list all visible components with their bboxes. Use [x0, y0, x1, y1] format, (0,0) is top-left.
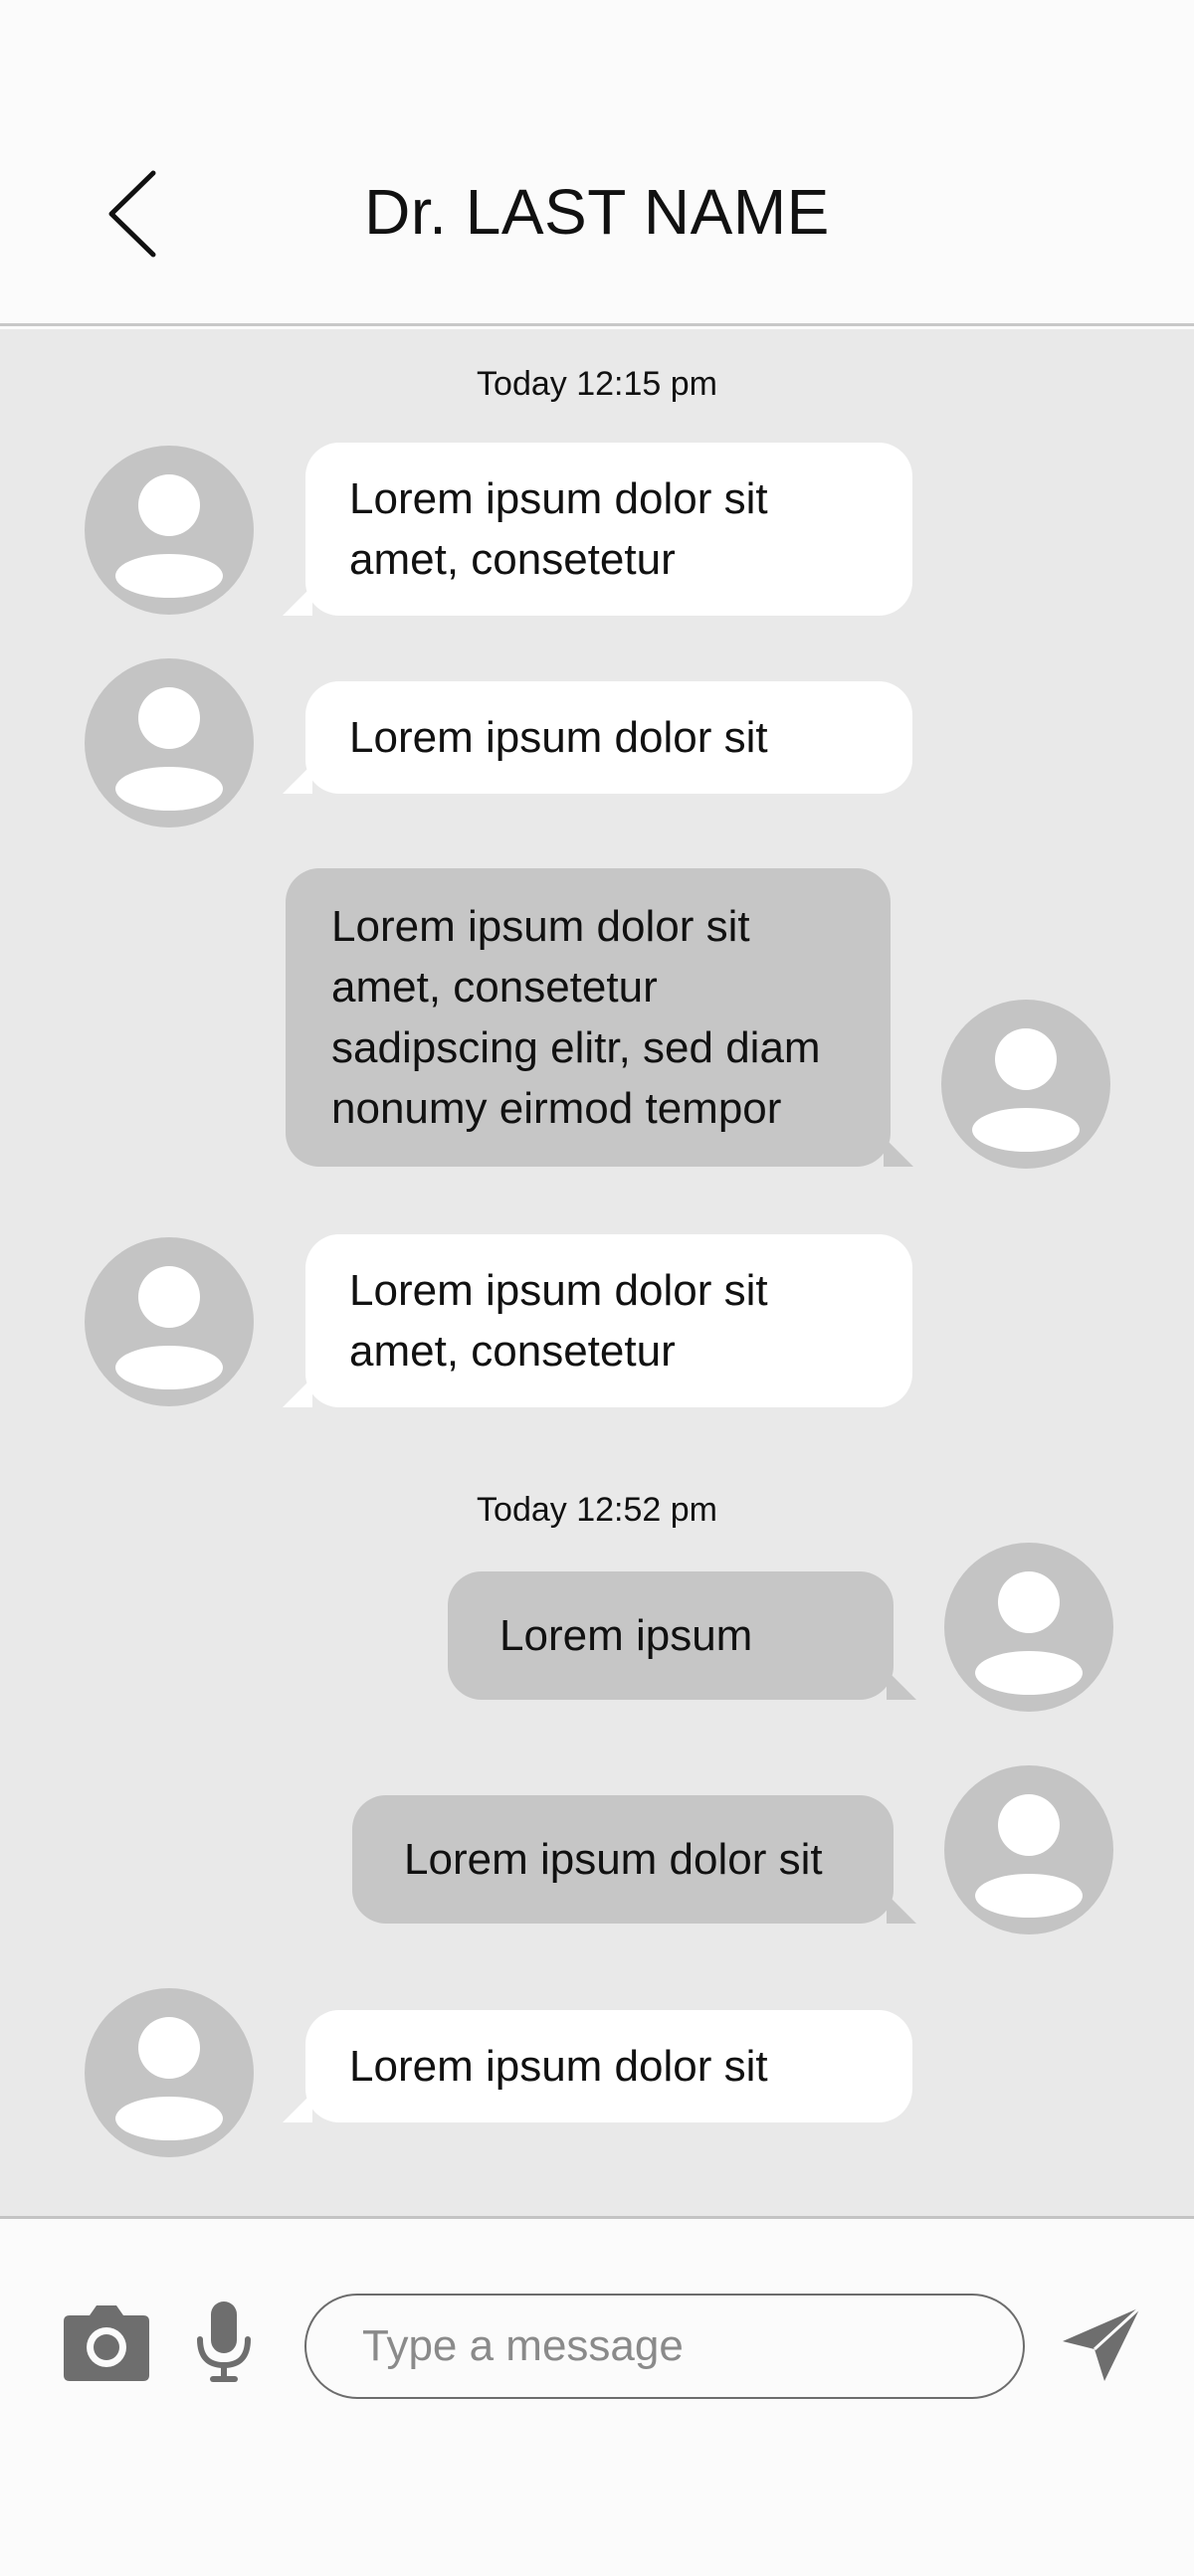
message-text: Lorem ipsum dolor sit — [349, 713, 768, 762]
message-text: Lorem ipsum dolor sit amet, consetetur — [349, 1266, 768, 1376]
timestamp: Today 12:15 pm — [477, 365, 717, 403]
avatar — [944, 1543, 1113, 1712]
timestamp: Today 12:52 pm — [477, 1491, 717, 1529]
message-input[interactable] — [304, 2294, 1025, 2399]
message-text: Lorem ipsum — [499, 1611, 753, 1660]
avatar — [85, 446, 254, 615]
incoming-message-bubble[interactable]: Lorem ipsum dolor sit — [283, 2010, 912, 2122]
user-icon — [85, 1988, 254, 2157]
message-text: Lorem ipsum dolor sit amet, consetetur s… — [331, 902, 821, 1133]
avatar — [85, 1988, 254, 2157]
avatar — [85, 1237, 254, 1406]
user-icon — [944, 1765, 1113, 1934]
user-icon — [85, 658, 254, 828]
send-button[interactable] — [1061, 2305, 1142, 2383]
outgoing-message-bubble[interactable]: Lorem ipsum dolor sit — [352, 1795, 916, 1924]
camera-icon — [64, 2305, 149, 2381]
send-icon — [1063, 2305, 1142, 2381]
avatar — [944, 1765, 1113, 1934]
user-icon — [944, 1543, 1113, 1712]
incoming-message-bubble[interactable]: Lorem ipsum dolor sit amet, consetetur — [283, 1234, 912, 1407]
microphone-icon — [197, 2301, 251, 2382]
avatar — [85, 658, 254, 828]
contact-name-title: Dr. LAST NAME — [364, 176, 830, 248]
outgoing-message-bubble[interactable]: Lorem ipsum — [448, 1571, 916, 1700]
message-text: Lorem ipsum dolor sit — [404, 1835, 823, 1884]
microphone-button[interactable] — [195, 2301, 253, 2383]
user-icon — [941, 1000, 1110, 1169]
incoming-message-bubble[interactable]: Lorem ipsum dolor sit amet, consetetur — [283, 443, 912, 616]
message-text: Lorem ipsum dolor sit — [349, 2042, 768, 2091]
outgoing-message-bubble[interactable]: Lorem ipsum dolor sit amet, consetetur s… — [286, 868, 913, 1167]
message-composer — [0, 2222, 1194, 2576]
avatar — [941, 1000, 1110, 1169]
user-icon — [85, 446, 254, 615]
camera-button[interactable] — [64, 2301, 149, 2381]
incoming-message-bubble[interactable]: Lorem ipsum dolor sit — [283, 681, 912, 794]
message-text: Lorem ipsum dolor sit amet, consetetur — [349, 474, 768, 584]
user-icon — [85, 1237, 254, 1406]
chat-header: Dr. LAST NAME — [0, 0, 1194, 326]
message-list[interactable]: Today 12:15 pm Lorem ipsum dolor sit ame… — [0, 329, 1194, 2219]
